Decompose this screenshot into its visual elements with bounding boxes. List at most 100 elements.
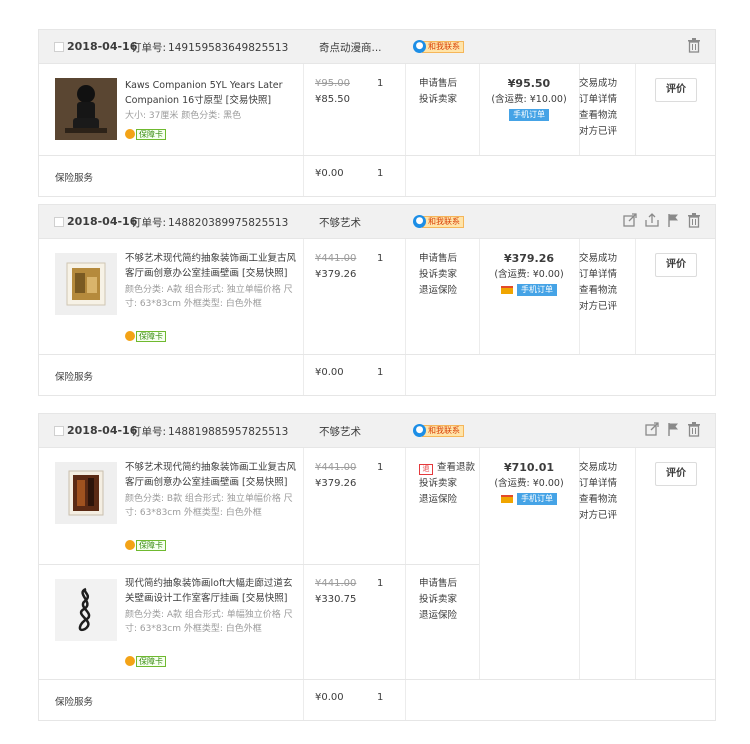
complain-seller-link[interactable]: 投诉卖家 [419,92,457,108]
apply-after-sale-link[interactable]: 申请售后 [419,576,457,592]
order-card: 2018-04-16 订单号: 148819885957825513 不够艺术 和… [38,413,716,721]
apply-after-sale-link[interactable]: 申请售后 [419,251,457,267]
guarantee-badge[interactable]: 保障卡 [125,128,166,140]
product-thumbnail-painting[interactable] [55,253,117,315]
share-icon[interactable] [623,213,637,228]
item-quantity: 1 [377,253,384,264]
contact-seller-button[interactable]: 和我联系 ● [413,214,469,229]
item-services: 申请售后 投诉卖家 [419,76,457,108]
contact-seller-label: 和我联系 [422,41,464,53]
contact-seller-button[interactable]: 和我联系 ● [413,423,469,438]
order-date: 2018-04-16 [67,424,138,437]
order-details-link[interactable]: 订单详情 [579,476,617,492]
complain-seller-link[interactable]: 投诉卖家 [419,476,475,492]
order-items-block: 不够艺术现代简约抽象装饰画工业复古风客厅画创意办公室挂画壁画 [交易快照] 颜色… [39,448,715,680]
order-checkbox[interactable] [54,426,64,436]
return-insurance-link[interactable]: 退运保险 [419,608,457,624]
total-amount: ¥95.50 [507,77,551,90]
product-title-link[interactable]: 现代简约抽象装饰画loft大幅走廊过道玄关壁画设计工作室客厅挂画 [交易快照] [125,577,301,606]
product-thumbnail-painting[interactable] [55,579,117,641]
order-number: 订单号: 149159583649825513 [131,40,288,55]
trash-icon[interactable] [687,422,701,437]
item-services: 退查看退款 投诉卖家 退运保险 [419,460,475,508]
order-header: 2018-04-16 订单号: 148819885957825513 不够艺术 和… [39,414,715,448]
order-number-label: 订单号: [131,42,167,54]
chat-icon: ● [413,424,426,437]
guarantee-icon [125,656,135,666]
upload-icon[interactable] [645,213,659,228]
order-card: 2018-04-16 订单号: 148820389975825513 不够艺术 和… [38,204,716,396]
guarantee-label: 保障卡 [136,539,166,551]
product-title-link[interactable]: 不够艺术现代简约抽象装饰画工业复古风客厅画创意办公室挂画壁画 [交易快照] [125,461,301,490]
view-logistics-link[interactable]: 查看物流 [579,108,617,124]
insurance-price: ¥0.00 [315,367,344,378]
view-refund-link[interactable]: 退查看退款 [419,460,475,476]
order-details-link[interactable]: 订单详情 [579,92,617,108]
refund-icon: 退 [419,464,433,475]
chat-icon: ● [413,215,426,228]
order-item-row: Kaws Companion 5YL Years Later Companion… [39,64,715,156]
seller-rated-status: 对方已评 [579,510,618,521]
paid-price: ¥379.26 [315,269,357,280]
mobile-order-tag: 手机订单 [517,284,557,296]
item-quantity: 1 [377,462,384,473]
return-insurance-link[interactable]: 退运保险 [419,283,457,299]
insurance-row: 保险服务 ¥0.00 1 [39,156,715,196]
return-insurance-link[interactable]: 退运保险 [419,492,475,508]
insurance-quantity: 1 [377,168,384,179]
guarantee-badge[interactable]: 保障卡 [125,330,166,342]
shipping-fee: (含运费: ¥0.00) [494,478,564,489]
rate-button[interactable]: 评价 [655,462,697,486]
guarantee-badge[interactable]: 保障卡 [125,539,166,551]
order-checkbox[interactable] [54,42,64,52]
apply-after-sale-link[interactable]: 申请售后 [419,76,457,92]
guarantee-badge[interactable]: 保障卡 [125,655,166,667]
order-operations [623,213,701,228]
share-icon[interactable] [645,422,659,437]
chat-icon: ● [413,40,426,53]
order-details-link[interactable]: 订单详情 [579,267,617,283]
trash-icon[interactable] [687,38,701,53]
complain-seller-link[interactable]: 投诉卖家 [419,592,457,608]
shop-name-link[interactable]: 奇点动漫商... [319,40,382,55]
order-total: ¥710.01 (含运费: ¥0.00) 手机订单 [479,460,579,505]
order-number-label: 订单号: [131,426,167,438]
product-title-link[interactable]: 不够艺术现代简约抽象装饰画工业复古风客厅画创意办公室挂画壁画 [交易快照] [125,252,301,281]
product-attributes: 颜色分类: A款 组合形式: 单幅独立价格 尺寸: 63*83cm 外框类型: … [125,610,293,634]
shop-name-link[interactable]: 不够艺术 [319,424,361,439]
shipping-fee: (含运费: ¥10.00) [491,94,567,105]
order-checkbox[interactable] [54,217,64,227]
order-total: ¥95.50 (含运费: ¥10.00) 手机订单 [479,76,579,121]
paid-price: ¥379.26 [315,478,357,489]
flag-icon[interactable] [667,422,679,437]
item-services: 申请售后 投诉卖家 退运保险 [419,251,457,299]
order-header: 2018-04-16 订单号: 148820389975825513 不够艺术 和… [39,205,715,239]
view-refund-label: 查看退款 [437,462,476,473]
insurance-label: 保险服务 [55,173,94,184]
order-status: 交易成功 订单详情 查看物流 对方已评 [579,76,617,140]
order-number-value: 148819885957825513 [168,426,289,438]
seller-rated-status: 对方已评 [579,126,618,137]
order-date: 2018-04-16 [67,40,138,53]
order-card: 2018-04-16 订单号: 149159583649825513 奇点动漫商.… [38,29,716,197]
rate-button[interactable]: 评价 [655,253,697,277]
view-logistics-link[interactable]: 查看物流 [579,492,617,508]
order-number: 订单号: 148819885957825513 [131,424,288,439]
trade-success-status: 交易成功 [579,78,618,89]
contact-seller-label: 和我联系 [422,425,464,437]
insurance-label: 保险服务 [55,697,94,708]
product-thumbnail-figure[interactable] [55,78,117,140]
complain-seller-link[interactable]: 投诉卖家 [419,267,457,283]
guarantee-icon [125,331,135,341]
product-thumbnail-painting[interactable] [55,462,117,524]
insurance-price: ¥0.00 [315,168,344,179]
view-logistics-link[interactable]: 查看物流 [579,283,617,299]
item-quantity: 1 [377,78,384,89]
trash-icon[interactable] [687,213,701,228]
rate-button[interactable]: 评价 [655,78,697,102]
contact-seller-button[interactable]: 和我联系 ● [413,39,469,54]
product-title-link[interactable]: Kaws Companion 5YL Years Later Companion… [125,79,301,108]
flag-icon[interactable] [667,213,679,228]
shop-name-link[interactable]: 不够艺术 [319,215,361,230]
paid-price: ¥85.50 [315,94,350,105]
